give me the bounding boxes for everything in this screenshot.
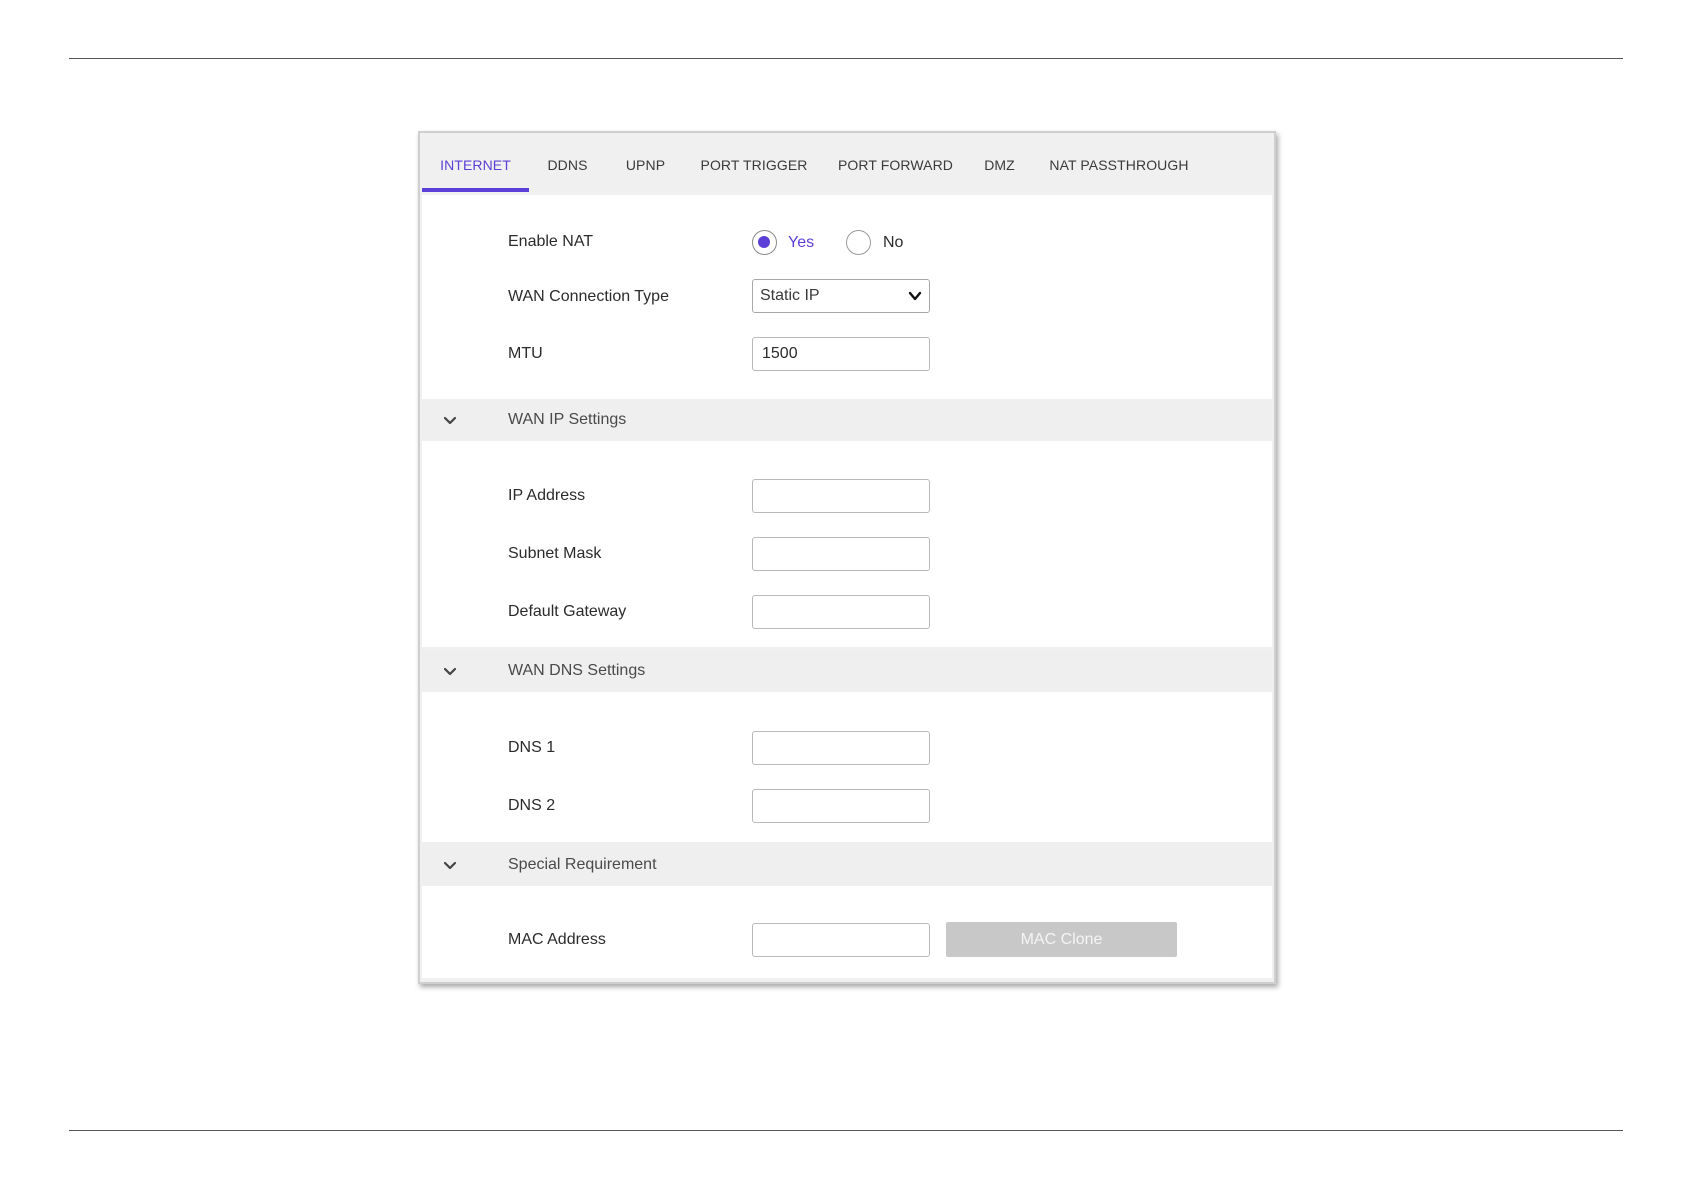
wan-ip-settings-title: WAN IP Settings	[508, 411, 627, 428]
special-requirement-title: Special Requirement	[508, 856, 657, 873]
tab-bar: INTERNET DDNS UPNP PORT TRIGGER PORT FOR…	[422, 133, 1274, 192]
tab-port-forward[interactable]: PORT FORWARD	[823, 133, 968, 192]
mtu-input[interactable]	[752, 337, 930, 371]
enable-nat-no-radio[interactable]	[846, 230, 871, 255]
enable-nat-yes-radio[interactable]	[752, 230, 777, 255]
tab-port-trigger[interactable]: PORT TRIGGER	[685, 133, 823, 192]
wan-connection-type-label: WAN Connection Type	[508, 288, 669, 305]
dns1-label: DNS 1	[508, 739, 556, 756]
tab-dmz[interactable]: DMZ	[968, 133, 1031, 192]
subnet-mask-label: Subnet Mask	[508, 545, 602, 562]
mtu-label: MTU	[508, 345, 543, 362]
dns2-input[interactable]	[752, 789, 930, 823]
mac-clone-button[interactable]: MAC Clone	[946, 922, 1177, 957]
dns2-label: DNS 2	[508, 797, 556, 814]
wan-connection-type-value: Static IP	[760, 287, 820, 304]
wan-ip-settings-header[interactable]: WAN IP Settings	[422, 399, 1272, 441]
tab-ddns[interactable]: DDNS	[529, 133, 606, 192]
default-gateway-label: Default Gateway	[508, 603, 627, 620]
wan-connection-type-select[interactable]: Static IP	[752, 279, 930, 313]
enable-nat-no-label[interactable]: No	[883, 230, 903, 255]
chevron-down-icon[interactable]	[442, 663, 458, 679]
chevron-down-icon[interactable]	[442, 857, 458, 873]
wan-dns-settings-title: WAN DNS Settings	[508, 662, 646, 679]
enable-nat-label: Enable NAT	[508, 233, 594, 250]
special-requirement-section: MAC Address MAC Clone	[422, 886, 1272, 978]
wan-dns-section: DNS 1 DNS 2	[422, 692, 1272, 842]
chevron-down-icon[interactable]	[442, 412, 458, 428]
tab-internet[interactable]: INTERNET	[422, 133, 529, 192]
mac-address-input[interactable]	[752, 923, 930, 957]
special-requirement-header[interactable]: Special Requirement	[422, 844, 1272, 886]
ip-address-label: IP Address	[508, 487, 586, 504]
page-top-rule	[69, 58, 1623, 59]
tab-upnp[interactable]: UPNP	[606, 133, 685, 192]
enable-nat-yes-label[interactable]: Yes	[788, 230, 814, 255]
settings-panel: INTERNET DDNS UPNP PORT TRIGGER PORT FOR…	[418, 131, 1276, 984]
wan-dns-settings-header[interactable]: WAN DNS Settings	[422, 650, 1272, 692]
page-bottom-rule	[69, 1130, 1623, 1131]
ip-address-input[interactable]	[752, 479, 930, 513]
default-gateway-input[interactable]	[752, 595, 930, 629]
chevron-down-icon	[908, 291, 922, 301]
tab-nat-passthrough[interactable]: NAT PASSTHROUGH	[1031, 133, 1207, 192]
subnet-mask-input[interactable]	[752, 537, 930, 571]
dns1-input[interactable]	[752, 731, 930, 765]
wan-ip-section: IP Address Subnet Mask Default Gateway	[422, 441, 1272, 647]
general-section: Enable NAT Yes No WAN Connection Type St…	[422, 195, 1272, 399]
mac-address-label: MAC Address	[508, 931, 606, 948]
